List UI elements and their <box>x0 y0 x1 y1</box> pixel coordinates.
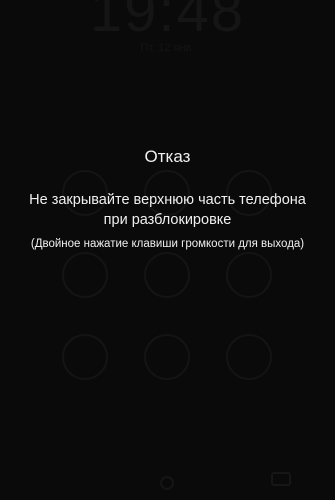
lockscreen-clock: 19:48 <box>89 0 246 44</box>
microphone-icon[interactable] <box>160 476 174 490</box>
notice-title: Отказ <box>144 147 191 166</box>
notice-message-line2: при разблокировке <box>103 212 232 228</box>
lockscreen: 19:48 Пт, 12 янв. Отказ Не закрывайте ве… <box>0 0 335 500</box>
notice-message-line1: Не закрывайте верхнюю часть телефона <box>29 192 306 208</box>
pocket-mode-notice: Отказ Не закрывайте верхнюю часть телефо… <box>0 146 335 252</box>
pattern-dot[interactable] <box>226 334 272 380</box>
pattern-dot[interactable] <box>144 334 190 380</box>
pattern-dot[interactable] <box>226 252 272 298</box>
notice-exit-hint: (Двойное нажатие клавиши громкости для в… <box>30 238 305 250</box>
pattern-dot[interactable] <box>62 252 108 298</box>
notice-message: Не закрывайте верхнюю часть телефона при… <box>0 190 335 230</box>
pattern-dot[interactable] <box>62 334 108 380</box>
pattern-dot[interactable] <box>144 252 190 298</box>
lockscreen-date: Пт, 12 янв. <box>140 42 195 54</box>
camera-icon[interactable] <box>271 472 291 486</box>
